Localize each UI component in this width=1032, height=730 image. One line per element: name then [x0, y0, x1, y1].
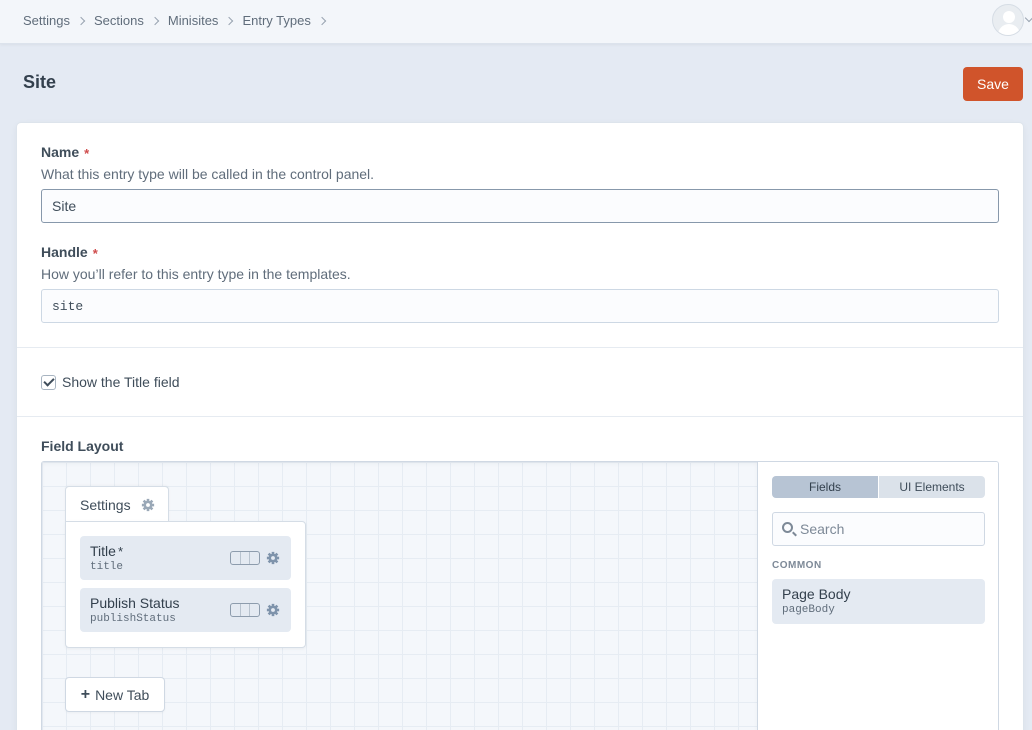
breadcrumb: Settings Sections Minisites Entry Types — [23, 13, 335, 28]
divider — [17, 347, 1023, 348]
chevron-right-icon — [225, 16, 234, 25]
search-icon — [782, 522, 793, 533]
required-indicator: * — [92, 246, 98, 261]
chevron-right-icon — [76, 16, 86, 25]
field-handle: title — [90, 561, 124, 573]
field-library: Fields UI Elements Search COMMON Page Bo… — [757, 462, 998, 730]
plus-icon: + — [80, 685, 91, 703]
layout-field-title[interactable]: Title * title — [80, 536, 291, 580]
field-layout-designer: Settings Title * title Publish Status pu… — [41, 461, 999, 730]
field-group-heading: COMMON — [772, 560, 822, 571]
field-width-icon[interactable] — [230, 551, 260, 565]
user-icon-head — [1003, 11, 1015, 23]
chevron-right-icon — [150, 16, 160, 25]
divider — [17, 416, 1023, 417]
name-input[interactable]: Site — [41, 189, 999, 223]
tab-name: Settings — [80, 497, 131, 513]
layout-canvas: Settings Title * title Publish Status pu… — [42, 462, 757, 730]
handle-input-value: site — [52, 298, 84, 314]
new-tab-label: New Tab — [95, 686, 150, 703]
chevron-right-icon — [317, 16, 327, 25]
new-tab-button[interactable]: + New Tab — [65, 677, 165, 712]
breadcrumb-entry-types[interactable]: Entry Types — [242, 13, 310, 28]
search-placeholder: Search — [800, 521, 845, 537]
name-instructions: What this entry type will be called in t… — [41, 166, 375, 182]
breadcrumb-sections[interactable]: Sections — [94, 13, 144, 28]
handle-input[interactable]: site — [41, 289, 999, 323]
field-name: Publish Status — [90, 595, 180, 611]
name-label-text: Name — [41, 144, 80, 160]
field-handle: publishStatus — [90, 613, 176, 625]
required-indicator: * — [84, 146, 90, 161]
layout-field-publish-status[interactable]: Publish Status publishStatus — [80, 588, 291, 632]
required-indicator: * — [117, 544, 123, 559]
gear-icon[interactable] — [266, 603, 280, 617]
field-name: Page Body — [782, 586, 851, 602]
field-name-text: Title — [90, 543, 116, 559]
field-name: Title * — [90, 543, 123, 559]
breadcrumb-minisites[interactable]: Minisites — [168, 13, 219, 28]
page-title: Site — [23, 72, 57, 92]
content-card: Name * What this entry type will be calle… — [17, 123, 1023, 730]
user-icon-body — [998, 24, 1020, 35]
field-handle: pageBody — [782, 604, 835, 616]
handle-label-text: Handle — [41, 244, 88, 260]
toggle-fields[interactable]: Fields — [772, 476, 878, 498]
gear-icon[interactable] — [141, 498, 155, 512]
show-title-checkbox[interactable] — [41, 375, 56, 390]
gear-icon[interactable] — [266, 551, 280, 565]
field-width-icon[interactable] — [230, 603, 260, 617]
toggle-ui-elements[interactable]: UI Elements — [879, 476, 985, 498]
layout-tab-settings[interactable]: Settings — [65, 486, 169, 523]
name-label: Name * — [41, 144, 90, 161]
name-input-value: Site — [52, 198, 77, 214]
breadcrumb-settings[interactable]: Settings — [23, 13, 70, 28]
user-avatar[interactable] — [992, 4, 1024, 36]
field-layout-label: Field Layout — [41, 438, 124, 454]
top-bar: Settings Sections Minisites Entry Types — [0, 0, 1032, 44]
search-input[interactable]: Search — [772, 512, 985, 546]
available-field-page-body[interactable]: Page Body pageBody — [772, 579, 985, 624]
chevron-down-icon[interactable] — [1024, 13, 1032, 23]
layout-tab-content: Title * title Publish Status publishStat… — [65, 521, 306, 648]
handle-label: Handle * — [41, 244, 98, 261]
library-toggle: Fields UI Elements — [772, 476, 985, 498]
checkmark-icon — [43, 375, 55, 387]
handle-instructions: How you’ll refer to this entry type in t… — [41, 266, 351, 282]
show-title-label[interactable]: Show the Title field — [62, 374, 180, 390]
save-button[interactable]: Save — [963, 67, 1023, 101]
